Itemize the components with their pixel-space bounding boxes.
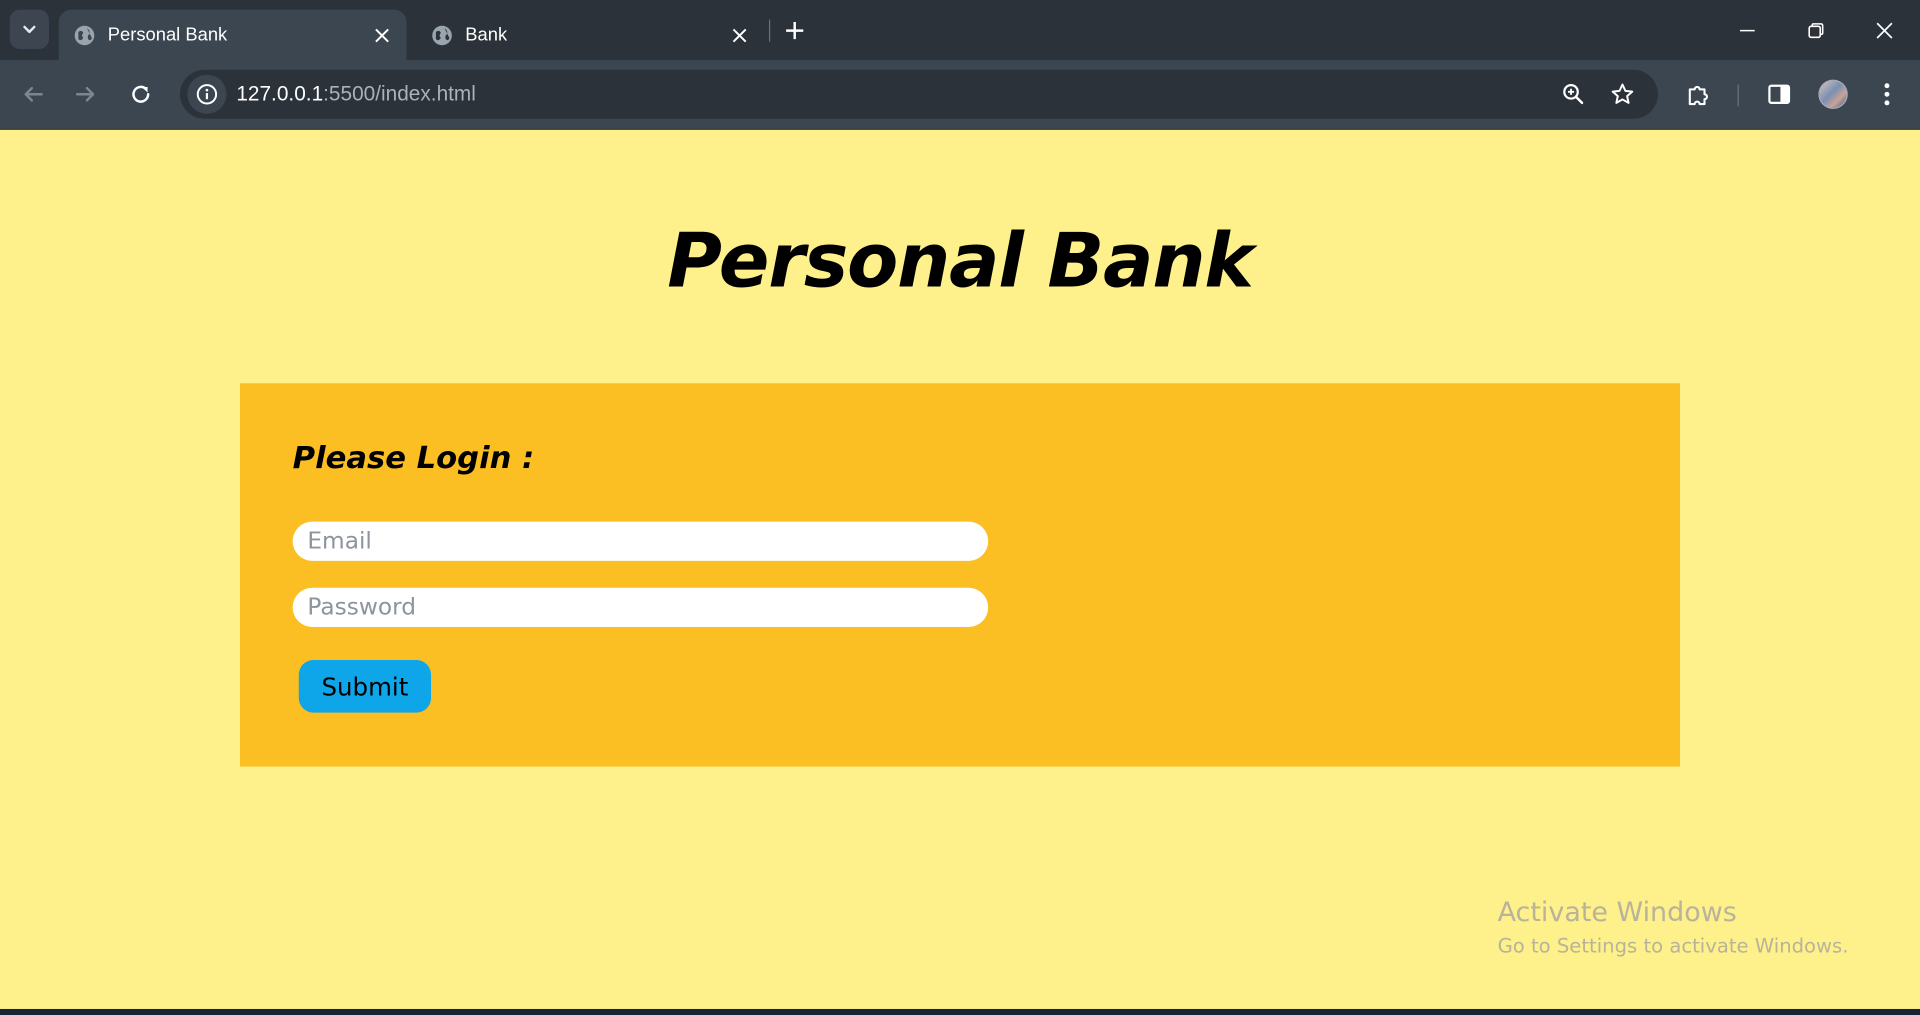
tab-personal-bank[interactable]: Personal Bank [58, 9, 407, 61]
watermark-title: Activate Windows [1497, 897, 1737, 929]
new-tab-button[interactable] [779, 15, 811, 47]
globe-icon [73, 24, 95, 46]
address-bar[interactable]: 127.0.0.1:5500/index.html [180, 69, 1658, 119]
close-icon[interactable] [727, 23, 751, 47]
page-viewport: Personal Bank Please Login : Submit Acti… [0, 128, 1920, 1009]
url-path: :5500/index.html [323, 82, 476, 106]
submit-button[interactable]: Submit [298, 660, 432, 713]
site-info-button[interactable] [187, 74, 227, 114]
login-card: Please Login : Submit [240, 383, 1681, 767]
kebab-menu-icon [1884, 83, 1890, 106]
star-icon [1611, 83, 1634, 104]
close-icon[interactable] [370, 23, 394, 47]
chevron-down-icon [23, 25, 36, 34]
url-text: 127.0.0.1:5500/index.html [236, 82, 476, 106]
back-button[interactable] [13, 75, 52, 114]
close-icon [1876, 22, 1893, 38]
page-title: Personal Bank [667, 217, 1254, 305]
zoom-icon [1563, 84, 1584, 105]
tab-bank[interactable]: Bank [416, 10, 764, 60]
url-host: 127.0.0.1 [236, 82, 324, 106]
tab-title: Personal Bank [107, 24, 228, 46]
side-panel-icon [1768, 84, 1791, 104]
tab-strip: Personal Bank Bank [0, 0, 1920, 61]
login-heading: Please Login : [292, 439, 535, 476]
extensions-button[interactable] [1679, 75, 1718, 114]
browser-window: Personal Bank Bank 127.0.0.1:5500/index.… [0, 0, 1920, 1015]
watermark-subtitle: Go to Settings to activate Windows. [1497, 934, 1849, 958]
email-field[interactable] [292, 521, 989, 561]
side-panel-button[interactable] [1760, 75, 1799, 114]
puzzle-icon [1688, 85, 1708, 106]
plus-icon [786, 22, 804, 40]
taskbar [0, 1008, 1920, 1015]
bookmark-button[interactable] [1605, 77, 1639, 111]
tab-divider [768, 19, 771, 42]
restore-icon [1808, 22, 1824, 38]
password-field[interactable] [292, 587, 989, 627]
minimize-button[interactable] [1713, 0, 1782, 60]
menu-button[interactable] [1867, 75, 1906, 114]
restore-button[interactable] [1782, 0, 1851, 60]
toolbar-divider [1737, 84, 1739, 107]
zoom-button[interactable] [1556, 77, 1590, 111]
profile-avatar[interactable] [1818, 79, 1848, 109]
globe-icon [431, 24, 453, 46]
arrow-right-icon [75, 86, 95, 102]
minimize-icon [1740, 29, 1755, 31]
close-window-button[interactable] [1850, 0, 1919, 60]
tab-search-button[interactable] [9, 9, 49, 49]
activate-windows-watermark: Activate Windows Go to Settings to activ… [1498, 896, 1849, 960]
arrow-left-icon [24, 86, 43, 102]
tab-title: Bank [465, 24, 508, 46]
browser-toolbar: 127.0.0.1:5500/index.html [0, 60, 1920, 129]
info-icon [196, 84, 218, 105]
reload-icon [132, 85, 150, 103]
forward-button[interactable] [66, 75, 105, 114]
reload-button[interactable] [121, 75, 160, 114]
